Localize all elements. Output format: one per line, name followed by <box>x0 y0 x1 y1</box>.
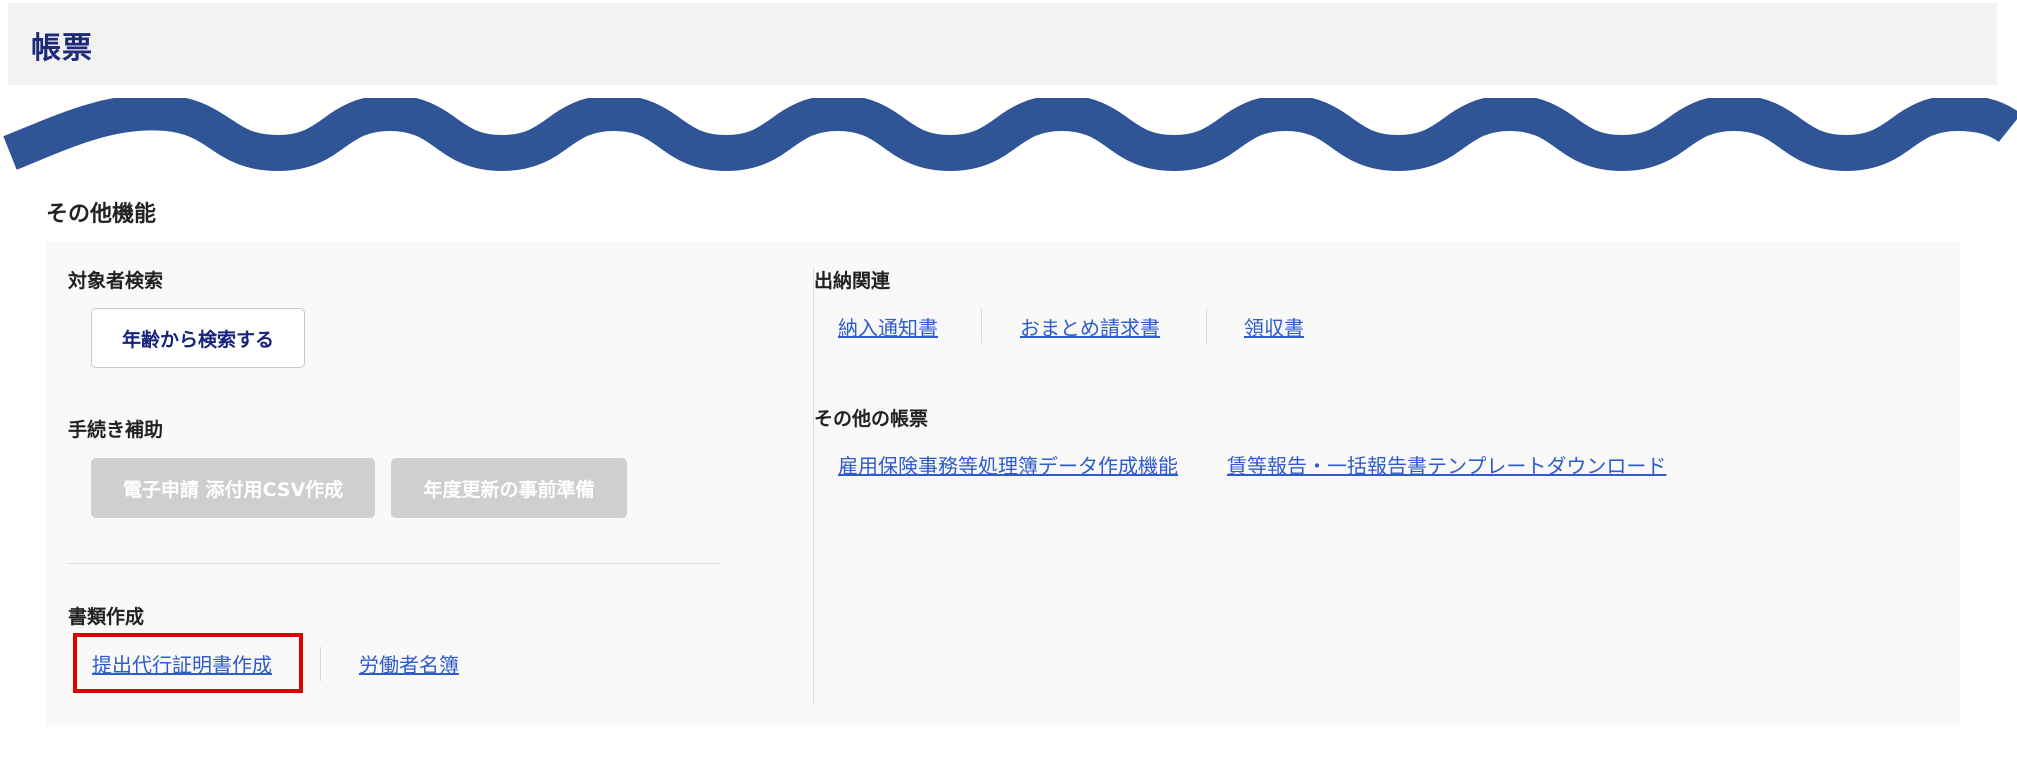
other-reports-group-label: その他の帳票 <box>814 408 929 430</box>
link-wage-report-template-download[interactable]: 賃等報告・一括報告書テンプレートダウンロード <box>1227 450 1666 479</box>
link-payment-notice[interactable]: 納入通知書 <box>838 312 938 341</box>
search-by-age-button[interactable]: 年齢から検索する <box>91 308 305 368</box>
document-group-label: 書類作成 <box>68 606 145 628</box>
link-separator <box>981 309 982 343</box>
other-functions-panel: 対象者検索 年齢から検索する 手続き補助 電子申請 添付用CSV作成 年度更新の… <box>46 242 1960 725</box>
column-divider <box>813 267 814 704</box>
page-title: 帳票 <box>31 31 93 66</box>
e-application-csv-button[interactable]: 電子申請 添付用CSV作成 <box>91 458 375 518</box>
link-proxy-certificate[interactable]: 提出代行証明書作成 <box>92 649 272 678</box>
group-divider <box>68 563 720 564</box>
link-receipt[interactable]: 領収書 <box>1244 312 1304 341</box>
page-header: 帳票 <box>8 3 1997 85</box>
link-combined-invoice[interactable]: おまとめ請求書 <box>1020 312 1160 341</box>
section-title: その他機能 <box>46 202 157 227</box>
link-separator <box>320 647 321 681</box>
link-separator <box>1206 309 1207 343</box>
procedure-group-label: 手続き補助 <box>68 419 164 441</box>
wavy-divider <box>3 98 2017 172</box>
annual-update-prep-button[interactable]: 年度更新の事前準備 <box>391 458 627 518</box>
link-worker-register[interactable]: 労働者名簿 <box>359 649 459 678</box>
payments-group-label: 出納関連 <box>814 270 891 292</box>
search-group-label: 対象者検索 <box>68 270 164 292</box>
link-employment-insurance-data[interactable]: 雇用保険事務等処理簿データ作成機能 <box>838 450 1178 479</box>
